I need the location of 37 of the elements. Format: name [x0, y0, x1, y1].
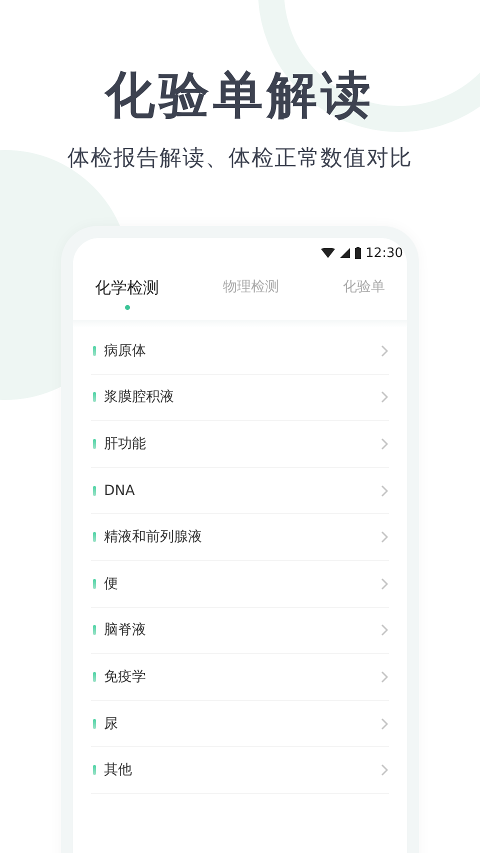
battery-icon	[354, 247, 361, 259]
tab[interactable]: 化学检测	[95, 278, 159, 310]
list-item[interactable]: DNA	[91, 468, 389, 514]
chevron-right-icon	[381, 670, 389, 683]
chevron-right-icon	[381, 391, 389, 404]
chevron-right-icon	[381, 718, 389, 730]
chevron-right-icon	[381, 438, 389, 450]
bullet-icon	[93, 672, 96, 682]
signal-icon	[340, 248, 350, 258]
chevron-right-icon	[381, 578, 389, 590]
headline: 化验单解读	[105, 65, 375, 126]
bullet-icon	[93, 578, 96, 589]
list-item[interactable]: 便	[91, 560, 389, 608]
list-item[interactable]: 脑脊液	[91, 608, 389, 654]
chevron-right-icon	[381, 484, 389, 497]
bullet-icon	[93, 486, 96, 496]
subtitle: 体检报告解读、体检正常数值对比	[68, 145, 412, 173]
list-item[interactable]: 精液和前列腺液	[91, 514, 389, 561]
chevron-right-icon	[381, 344, 389, 357]
bullet-icon	[93, 765, 96, 776]
wifi-icon	[320, 248, 335, 258]
status-time: 12:30	[366, 246, 403, 260]
bullet-icon	[93, 718, 96, 729]
list-item[interactable]: 免疫学	[91, 654, 389, 701]
list-item[interactable]: 浆膜腔积液	[91, 374, 389, 422]
bullet-icon	[93, 392, 96, 402]
list-item[interactable]: 尿	[91, 700, 389, 748]
chevron-right-icon	[381, 624, 389, 636]
bullet-icon	[93, 625, 96, 636]
bullet-icon	[93, 532, 96, 542]
list-item[interactable]: 其他	[91, 747, 389, 794]
chevron-right-icon	[381, 764, 389, 776]
chevron-right-icon	[381, 531, 389, 544]
list-item[interactable]: 病原体	[91, 328, 389, 375]
bullet-icon	[93, 438, 96, 449]
bullet-icon	[93, 346, 96, 356]
list-item[interactable]: 肝功能	[91, 421, 389, 468]
